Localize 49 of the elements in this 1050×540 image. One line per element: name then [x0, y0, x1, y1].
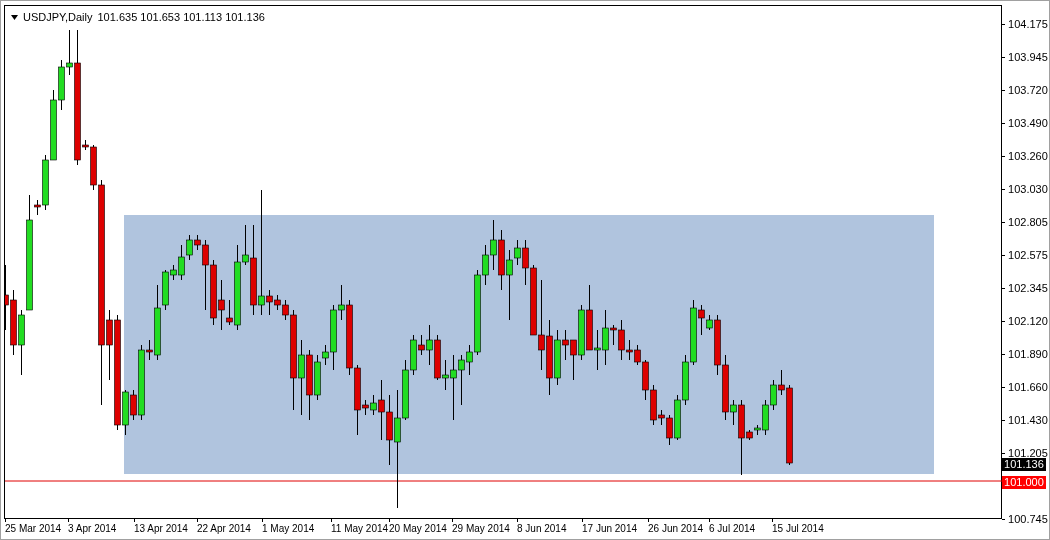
- price-tick-label: 103.490: [1008, 116, 1048, 131]
- price-tick-label: 104.175: [1008, 17, 1048, 32]
- falling-candlestick: [418, 334, 425, 356]
- price-tick-label: 100.745: [1008, 512, 1048, 527]
- price-tick-label: 103.945: [1008, 50, 1048, 65]
- falling-candlestick: [130, 389, 137, 421]
- date-tick-label: 8 Jun 2014: [517, 522, 567, 535]
- date-tick-label: 25 Mar 2014: [5, 522, 62, 535]
- date-tick-label: 26 Jun 2014: [648, 522, 704, 535]
- dropdown-triangle-icon[interactable]: [11, 14, 18, 20]
- price-tick-label: 103.030: [1008, 182, 1048, 197]
- date-tick-label: 15 Jul 2014: [772, 522, 824, 535]
- date-tick-label: 1 May 2014: [262, 522, 315, 535]
- date-tick-label: 20 May 2014: [389, 522, 447, 535]
- price-tick-label: 102.120: [1008, 314, 1048, 329]
- price-tick-label: 101.890: [1008, 347, 1048, 362]
- date-tick-label: 22 Apr 2014: [197, 522, 251, 535]
- current-price-label: 101.136: [1002, 458, 1046, 471]
- falling-candlestick: [498, 229, 505, 291]
- chart-ohlc-values: 101.635 101.653 101.113 101.136: [97, 10, 265, 25]
- falling-candlestick: [698, 304, 705, 336]
- price-tick-label: 101.430: [1008, 413, 1048, 428]
- falling-candlestick: [586, 284, 593, 351]
- rising-candlestick: [370, 394, 377, 416]
- price-tick-label: 102.805: [1008, 215, 1048, 230]
- rising-candlestick: [730, 399, 737, 426]
- rising-candlestick: [122, 389, 129, 436]
- date-tick-label: 17 Jun 2014: [582, 522, 638, 535]
- price-tick-label: 101.660: [1008, 380, 1048, 395]
- price-tick-label: 103.720: [1008, 83, 1048, 98]
- rising-candlestick: [554, 329, 561, 386]
- date-tick-label: 11 May 2014: [331, 522, 389, 535]
- date-tick-label: 6 Jul 2014: [709, 522, 756, 535]
- falling-candlestick: [434, 334, 441, 381]
- date-tick-label: 3 Apr 2014: [68, 522, 117, 535]
- falling-candlestick: [146, 339, 153, 361]
- price-tick-label: 103.260: [1008, 149, 1048, 164]
- falling-candlestick: [34, 199, 41, 216]
- price-tick-label: 102.575: [1008, 248, 1048, 263]
- price-level-label: 101.000: [1002, 476, 1046, 489]
- rising-candlestick: [706, 314, 713, 331]
- rising-candlestick: [426, 324, 433, 366]
- falling-candlestick: [306, 349, 313, 421]
- date-tick-label: 29 May 2014: [452, 522, 510, 535]
- rising-candlestick: [578, 304, 585, 361]
- price-tick-label: 102.345: [1008, 281, 1048, 296]
- price-tick-label: 101.205: [1008, 446, 1048, 460]
- date-tick-label: 13 Apr 2014: [134, 522, 188, 535]
- chart-symbol: USDJPY,Daily: [23, 10, 93, 25]
